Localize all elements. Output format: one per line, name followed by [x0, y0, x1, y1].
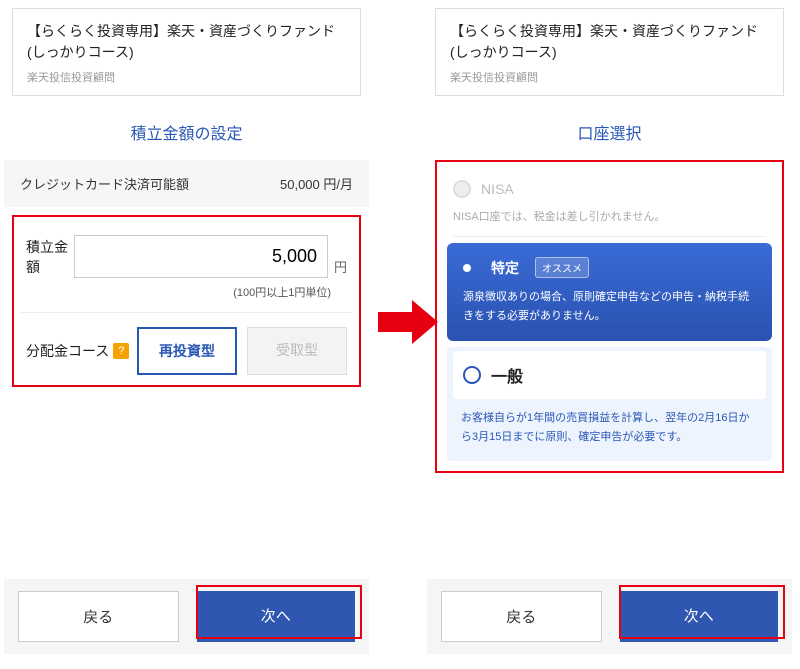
- footer-right: 戻る 次へ: [427, 579, 792, 654]
- option-nisa[interactable]: NISA NISA口座では、税金は差し引かれません。: [437, 168, 782, 236]
- divider: [20, 312, 353, 313]
- option-ippan-note: お客様自らが1年間の売買損益を計算し、翌年の2月16日から3月15日までに原則、…: [453, 399, 766, 446]
- recommended-badge: オススメ: [535, 257, 589, 278]
- divider: [453, 236, 766, 237]
- amount-row: 積立金額 円: [20, 223, 353, 280]
- back-button[interactable]: 戻る: [441, 591, 602, 642]
- option-nisa-label: NISA: [481, 181, 514, 197]
- credit-limit-label: クレジットカード決済可能額: [20, 174, 189, 193]
- panel-account-select: 【らくらく投資専用】楽天・資産づくりファンド(しっかりコース) 楽天投信投資顧問…: [427, 0, 792, 660]
- amount-hint: (100円以上1円単位): [20, 280, 353, 300]
- distribution-receive-button[interactable]: 受取型: [247, 327, 347, 375]
- distribution-label: 分配金コース ?: [26, 341, 129, 361]
- next-button[interactable]: 次へ: [197, 591, 356, 642]
- fund-name: 【らくらく投資専用】楽天・資産づくりファンド(しっかりコース): [27, 21, 346, 63]
- amount-input[interactable]: [74, 235, 328, 278]
- amount-unit: 円: [328, 257, 347, 278]
- credit-limit-row: クレジットカード決済可能額 50,000 円/月: [4, 160, 369, 207]
- option-tokutei-note: 源泉徴収ありの場合、原則確定申告などの申告・納税手続きをする必要がありません。: [463, 288, 756, 325]
- highlight-box-account: NISA NISA口座では、税金は差し引かれません。 特定 オススメ 源泉徴収あ…: [435, 160, 784, 473]
- option-tokutei-label: 特定: [491, 258, 519, 278]
- footer-left: 戻る 次へ: [4, 579, 369, 654]
- fund-card: 【らくらく投資専用】楽天・資産づくりファンド(しっかりコース) 楽天投信投資顧問: [435, 8, 784, 96]
- section-title-account: 口座選択: [427, 120, 792, 144]
- fund-provider: 楽天投信投資顧問: [450, 69, 769, 85]
- credit-limit-value: 50,000 円/月: [280, 174, 353, 193]
- option-tokutei[interactable]: 特定 オススメ 源泉徴収ありの場合、原則確定申告などの申告・納税手続きをする必要…: [447, 243, 772, 341]
- option-nisa-note: NISA口座では、税金は差し引かれません。: [453, 208, 766, 224]
- distribution-reinvest-button[interactable]: 再投資型: [137, 327, 237, 375]
- option-ippan-label: 一般: [491, 363, 523, 387]
- option-ippan-container: 一般 お客様自らが1年間の売買損益を計算し、翌年の2月16日から3月15日までに…: [447, 347, 772, 460]
- distribution-row: 分配金コース ? 再投資型 受取型: [20, 323, 353, 377]
- next-button[interactable]: 次へ: [620, 591, 779, 642]
- radio-icon: [463, 366, 481, 384]
- radio-icon: [453, 180, 471, 198]
- radio-selected-icon: [463, 264, 471, 272]
- fund-card: 【らくらく投資専用】楽天・資産づくりファンド(しっかりコース) 楽天投信投資顧問: [12, 8, 361, 96]
- section-title-amount: 積立金額の設定: [4, 120, 369, 144]
- option-ippan[interactable]: 一般: [453, 351, 766, 399]
- highlight-box-amount: 積立金額 円 (100円以上1円単位) 分配金コース ? 再投資型 受取型: [12, 215, 361, 387]
- panel-amount-settings: 【らくらく投資専用】楽天・資産づくりファンド(しっかりコース) 楽天投信投資顧問…: [4, 0, 369, 660]
- fund-provider: 楽天投信投資顧問: [27, 69, 346, 85]
- fund-name: 【らくらく投資専用】楽天・資産づくりファンド(しっかりコース): [450, 21, 769, 63]
- back-button[interactable]: 戻る: [18, 591, 179, 642]
- help-icon[interactable]: ?: [113, 343, 129, 359]
- amount-label: 積立金額: [26, 237, 74, 277]
